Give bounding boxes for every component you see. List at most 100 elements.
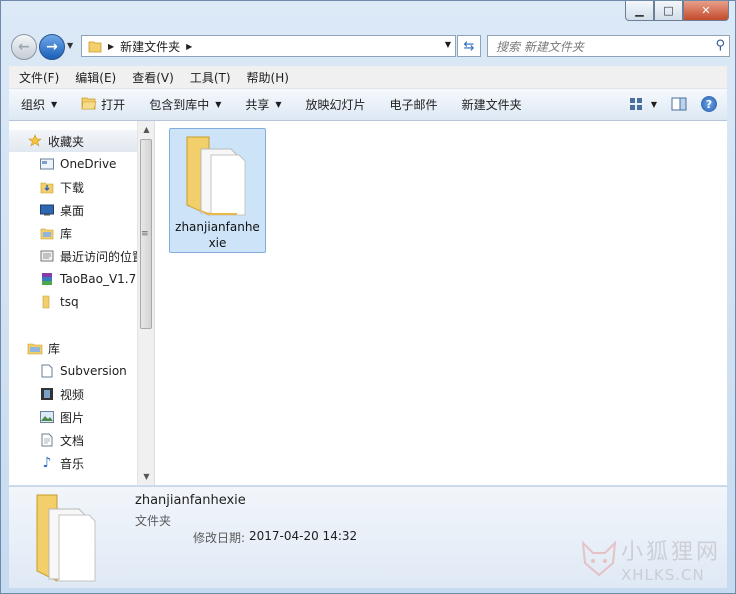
include-in-library-button[interactable]: 包含到库中 ▼ [137,89,233,120]
libraries-icon [27,340,43,356]
menu-file[interactable]: 文件(F) [9,69,65,86]
include-label: 包含到库中 [149,98,210,112]
navigation-row: ← → ▼ ▶ 新建文件夹 ▶ ▼ ⇆ ⚲ [9,31,730,61]
nav-music[interactable]: ♪ 音乐 [39,452,84,474]
watermark-cn: 小狐狸网 [620,540,721,565]
music-note-icon: ♪ [42,455,52,471]
menu-edit[interactable]: 编辑(E) [65,69,122,86]
nav-videos-label: 视频 [60,387,85,402]
watermark-en: XHLKS.CN [620,566,705,584]
new-folder-button[interactable]: 新建文件夹 [450,89,534,120]
nav-favorites-label: 收藏夹 [48,134,85,149]
nav-downloads[interactable]: 下载 [39,176,84,198]
help-button[interactable]: ? [697,93,721,115]
details-type: 文件夹 [135,514,172,528]
view-controls: ▼ ? [619,93,721,115]
new-folder-label: 新建文件夹 [461,98,522,112]
folder-icon [39,294,55,310]
nav-desktop[interactable]: 桌面 [39,199,84,221]
fox-logo-icon [581,540,617,577]
change-view-button[interactable]: ▼ [625,93,661,115]
nav-favorites[interactable]: 收藏夹 [9,130,154,152]
help-icon: ? [701,96,717,112]
scroll-up-arrow-icon[interactable]: ▲ [138,121,154,138]
picture-icon [39,409,55,425]
address-bar[interactable]: ▶ 新建文件夹 ▶ ▼ [81,35,456,57]
nav-libraries[interactable]: 库 [27,337,60,359]
menu-bar: 文件(F) 编辑(E) 查看(V) 工具(T) 帮助(H) [9,66,727,89]
document-icon [39,363,55,379]
share-label: 共享 [245,98,270,112]
nav-onedrive[interactable]: OneDrive [39,153,116,175]
close-button[interactable]: ✕ [683,1,729,21]
refresh-button[interactable]: ⇆ [457,35,481,57]
nav-library[interactable]: 库 [39,222,72,244]
scroll-grip-icon: ≡ [141,229,149,239]
chevron-down-icon: ▼ [51,100,58,109]
nav-documents-label: 文档 [60,433,85,448]
maximize-button[interactable]: □ [654,1,683,21]
preview-pane-button[interactable] [667,93,691,115]
share-button[interactable]: 共享 ▼ [233,89,293,120]
search-input[interactable] [494,37,708,57]
minimize-button[interactable]: ▁ [625,1,654,21]
back-button[interactable]: ← [11,34,37,60]
chevron-down-icon: ▼ [275,100,282,109]
nav-pictures[interactable]: 图片 [39,406,84,428]
open-button[interactable]: 打开 [69,89,137,120]
nav-scrollbar[interactable]: ▲ ≡ ▼ [137,121,154,485]
menu-tools[interactable]: 工具(T) [180,69,237,86]
folder-icon [36,494,96,582]
recent-places-icon [39,248,55,264]
desktop-icon [39,202,55,218]
nav-music-label: 音乐 [60,456,85,471]
nav-desktop-label: 桌面 [60,203,85,218]
organize-label: 组织 [21,98,46,112]
onedrive-icon [39,156,55,172]
breadcrumb-arrow-icon[interactable]: ▶ [108,42,114,51]
nav-libraries-label: 库 [48,341,61,356]
breadcrumb-current-folder[interactable]: 新建文件夹 [120,38,180,55]
nav-subversion-label: Subversion [60,364,127,378]
nav-library-label: 库 [60,226,73,241]
nav-tsq[interactable]: tsq [39,291,79,313]
chevron-down-icon: ▼ [650,99,658,109]
command-bar: 组织 ▼ 打开 包含到库中 ▼ 共享 ▼ 放映幻灯片 电子邮件 新建文件夹 ▼ ? [9,89,727,121]
nav-videos[interactable]: 视频 [39,383,84,405]
refresh-icon: ⇆ [463,38,475,54]
watermark: 小狐狸网 XHLKS.CN [577,534,721,584]
open-label: 打开 [101,98,126,112]
nav-tsq-label: tsq [60,295,79,309]
address-dropdown-icon[interactable]: ▼ [445,40,451,49]
recent-pages-dropdown[interactable]: ▼ [67,41,73,50]
search-box[interactable]: ⚲ [487,35,730,57]
nav-onedrive-label: OneDrive [60,157,117,171]
organize-button[interactable]: 组织 ▼ [9,89,69,120]
folder-item[interactable]: zhanjianfanhexie [169,128,266,253]
email-button[interactable]: 电子邮件 [378,89,450,120]
nav-documents[interactable]: 文档 [39,429,84,451]
nav-taobao-label: TaoBao_V1.7 [60,272,137,286]
menu-view[interactable]: 查看(V) [122,69,180,86]
email-label: 电子邮件 [389,98,438,112]
folder-icon [186,136,246,216]
nav-taobao[interactable]: TaoBao_V1.7 [39,268,136,290]
details-date-label: 修改日期: [193,531,246,545]
breadcrumb-arrow-icon[interactable]: ▶ [186,42,192,51]
menu-help[interactable]: 帮助(H) [237,69,295,86]
scroll-down-arrow-icon[interactable]: ▼ [138,468,154,485]
forward-button[interactable]: → [39,34,65,60]
star-icon [27,133,43,149]
view-grid-icon [629,98,642,110]
details-date: 2017-04-20 14:32 [249,529,358,543]
search-icon[interactable]: ⚲ [715,38,725,53]
archive-icon [39,271,55,287]
navigation-pane: 收藏夹 OneDrive 下载 桌面 库 最近访问的位置 TaoBao_V1.7 [9,121,155,485]
explorer-window: ▁ □ ✕ ← → ▼ ▶ 新建文件夹 ▶ ▼ ⇆ ⚲ 文件(F) 编辑(E) … [0,0,736,594]
slideshow-button[interactable]: 放映幻灯片 [294,89,378,120]
nav-subversion[interactable]: Subversion [39,360,127,382]
preview-pane-icon [671,97,687,111]
folder-open-icon [81,96,97,113]
document-icon [39,432,55,448]
nav-recent-places[interactable]: 最近访问的位置 [39,245,144,267]
